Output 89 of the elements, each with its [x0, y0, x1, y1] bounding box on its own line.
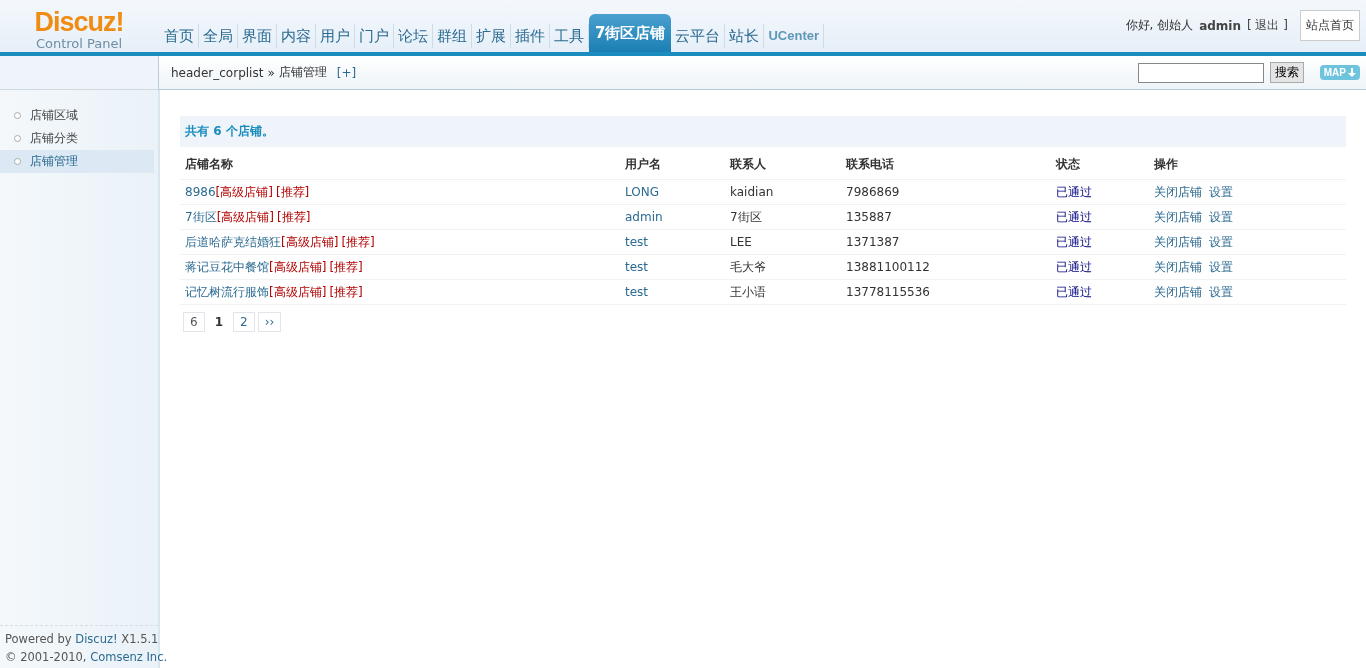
table-cell: kaidian: [725, 179, 841, 205]
bullet-icon: [14, 158, 21, 165]
table-cell: 13881100112: [841, 254, 1051, 280]
search-button[interactable]: 搜索: [1269, 62, 1304, 83]
table-cell: 王小语: [725, 279, 841, 305]
greeting-text: 你好, 创始人: [1125, 17, 1194, 34]
action-link[interactable]: 关闭店铺: [1154, 185, 1202, 199]
action-link[interactable]: 设置: [1209, 235, 1233, 249]
column-header: 店铺名称: [180, 148, 620, 180]
page-link[interactable]: 2: [233, 312, 255, 332]
total-count: 6: [183, 312, 205, 332]
action-link[interactable]: 设置: [1209, 285, 1233, 299]
username-link[interactable]: test: [625, 235, 649, 249]
action-link[interactable]: 关闭店铺: [1154, 210, 1202, 224]
breadcrumb-current: 店铺管理: [278, 64, 327, 81]
sidebar-item[interactable]: 店铺区域: [0, 104, 154, 127]
logout-link[interactable]: [ 退出 ]: [1247, 17, 1288, 34]
store-tag: [高级店铺]: [216, 210, 274, 224]
nav-tab[interactable]: 云平台: [671, 24, 726, 48]
table-cell: LEE: [725, 229, 841, 255]
nav-tab[interactable]: 门户: [355, 24, 394, 48]
store-name-link[interactable]: 蒋记豆花中餐馆: [185, 260, 269, 274]
nav-tab[interactable]: 首页: [160, 24, 199, 48]
action-link[interactable]: 设置: [1209, 210, 1233, 224]
table-cell: 7986869: [841, 179, 1051, 205]
nav-tab[interactable]: 7街区店铺: [589, 14, 672, 52]
store-tag: [推荐]: [329, 285, 363, 299]
next-page-link[interactable]: ››: [257, 312, 282, 332]
summary-heading: 共有 6 个店铺。: [180, 116, 1346, 148]
nav-tab[interactable]: 群组: [433, 24, 472, 48]
store-tag: [推荐]: [341, 235, 375, 249]
table-cell: 1371387: [841, 229, 1051, 255]
breadcrumb-separator: »: [267, 65, 275, 80]
action-link[interactable]: 关闭店铺: [1154, 235, 1202, 249]
down-arrow-icon: [1348, 68, 1356, 77]
site-home-button[interactable]: 站点首页: [1300, 10, 1360, 41]
search-field[interactable]: [1137, 62, 1264, 83]
sidebar-item[interactable]: 店铺分类: [0, 127, 154, 150]
action-link[interactable]: 关闭店铺: [1154, 285, 1202, 299]
add-shortcut-link[interactable]: [+]: [336, 65, 357, 80]
store-name-link[interactable]: 记忆树流行服饰: [185, 285, 269, 299]
store-tag: [推荐]: [329, 260, 363, 274]
store-tag: [高级店铺]: [269, 260, 327, 274]
table-cell: 135887: [841, 204, 1051, 230]
nav-tab[interactable]: 论坛: [394, 24, 433, 48]
status-text: 已通过: [1056, 260, 1092, 274]
status-text: 已通过: [1056, 185, 1092, 199]
nav-tab[interactable]: 插件: [511, 24, 550, 48]
username-link[interactable]: test: [625, 260, 649, 274]
store-tag: [高级店铺]: [269, 285, 327, 299]
nav-tab[interactable]: 用户: [316, 24, 355, 48]
username-link[interactable]: admin: [625, 210, 663, 224]
status-text: 已通过: [1056, 235, 1092, 249]
column-header: 联系人: [725, 148, 841, 180]
bullet-icon: [14, 112, 21, 119]
action-link[interactable]: 设置: [1209, 185, 1233, 199]
store-tag: [高级店铺]: [215, 185, 273, 199]
footer-text: Powered by Discuz! X1.5.1: [5, 631, 158, 648]
breadcrumb-text: header_corplist: [171, 65, 264, 80]
store-tag: [推荐]: [277, 210, 311, 224]
table-cell: 13778115536: [841, 279, 1051, 305]
store-name-link[interactable]: 后道哈萨克结婚狂: [185, 235, 281, 249]
action-link[interactable]: 关闭店铺: [1154, 260, 1202, 274]
nav-tab[interactable]: 全局: [199, 24, 238, 48]
action-link[interactable]: 设置: [1209, 260, 1233, 274]
store-name-link[interactable]: 7街区: [185, 210, 217, 224]
nav-tab[interactable]: 站长: [725, 24, 765, 48]
footer-link[interactable]: Discuz!: [75, 632, 118, 646]
column-header: 联系电话: [841, 148, 1051, 180]
footer-link[interactable]: Comsenz Inc.: [90, 650, 168, 664]
table-cell: 7街区: [725, 204, 841, 230]
bullet-icon: [14, 135, 21, 142]
logo-subtitle: Control Panel: [35, 36, 123, 52]
username-link[interactable]: test: [625, 285, 649, 299]
nav-tab[interactable]: 扩展: [472, 24, 511, 48]
column-header: 状态: [1051, 148, 1149, 180]
username-link[interactable]: LONG: [625, 185, 659, 199]
store-name-link[interactable]: 8986: [185, 185, 216, 199]
table-cell: 毛大爷: [725, 254, 841, 280]
nav-tab[interactable]: 内容: [277, 24, 316, 48]
column-header: 用户名: [620, 148, 725, 180]
sidebar-item[interactable]: 店铺管理: [0, 150, 154, 173]
username: admin: [1199, 18, 1241, 33]
column-header: 操作: [1149, 148, 1346, 180]
status-text: 已通过: [1056, 285, 1092, 299]
nav-tab[interactable]: 界面: [238, 24, 277, 48]
store-tag: [高级店铺]: [281, 235, 339, 249]
status-text: 已通过: [1056, 210, 1092, 224]
store-tag: [推荐]: [275, 185, 310, 199]
